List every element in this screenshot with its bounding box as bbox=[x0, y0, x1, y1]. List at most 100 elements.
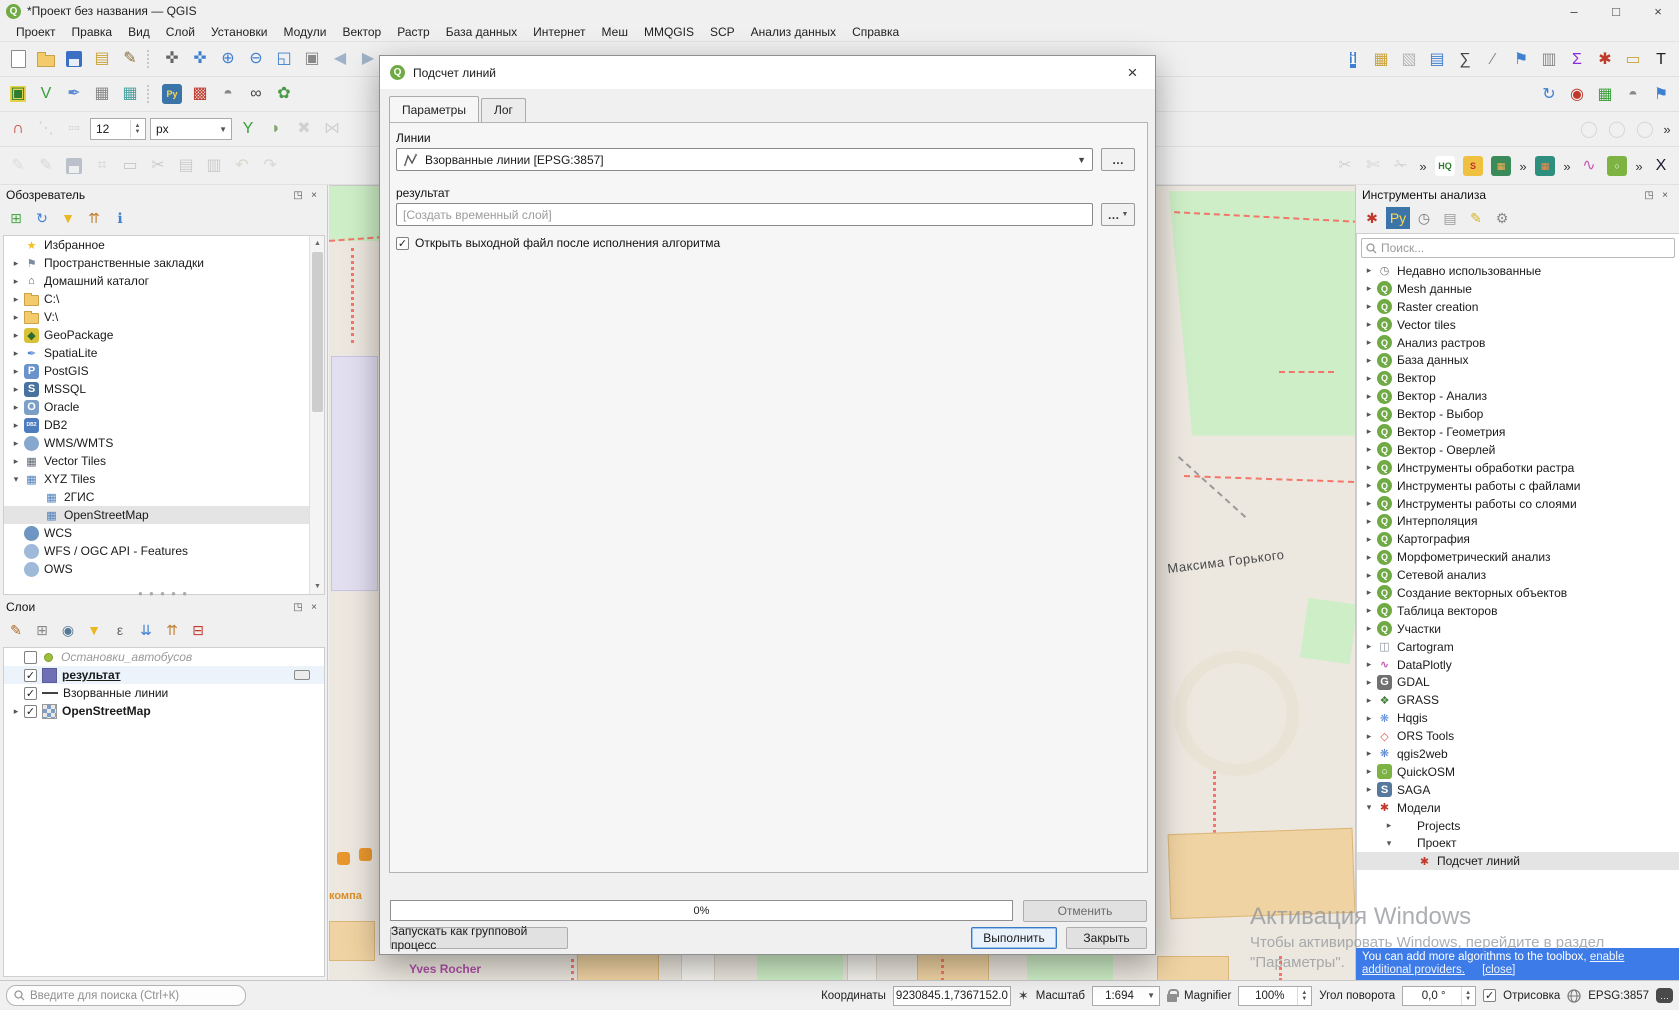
edit-features-inplace-icon[interactable]: ✎ bbox=[1464, 207, 1488, 229]
expander-icon[interactable]: ▸ bbox=[8, 706, 24, 717]
processing-toolbox-icon[interactable]: ✱ bbox=[1591, 46, 1619, 74]
layer-row[interactable]: ▸ OpenStreetMap bbox=[4, 702, 324, 720]
flag-plugin-icon[interactable]: ⚑ bbox=[1647, 81, 1675, 109]
expander-icon[interactable]: ▾ bbox=[1381, 838, 1397, 849]
toolbox-item[interactable]: ▸ Картография bbox=[1357, 530, 1679, 548]
expander-icon[interactable]: ▸ bbox=[8, 366, 24, 377]
expander-icon[interactable]: ▾ bbox=[1361, 802, 1377, 813]
geometry-checker-icon[interactable]: ◗ bbox=[262, 115, 290, 143]
crs-status-button[interactable]: EPSG:3857 bbox=[1588, 990, 1649, 1002]
toolbox-item[interactable]: ▸ Projects bbox=[1357, 817, 1679, 835]
spin-arrows-icon[interactable]: ▲▼ bbox=[1297, 987, 1310, 1005]
expander-icon[interactable]: ▸ bbox=[1361, 641, 1377, 652]
rotation-spinbox[interactable]: 0,0 °▲▼ bbox=[1402, 986, 1476, 1006]
scale-2-icon[interactable]: ◯ bbox=[1631, 116, 1659, 144]
menu-item[interactable]: База данных bbox=[438, 23, 525, 41]
layer-row[interactable]: Остановки_автобусов bbox=[4, 648, 324, 666]
advanced-digitizing-icon[interactable]: ▫▫ bbox=[60, 115, 88, 143]
toolbox-item[interactable]: ▸ Вектор - Оверлей bbox=[1357, 441, 1679, 459]
browser-item[interactable]: ▸ C:\ bbox=[4, 290, 324, 308]
layer-row[interactable]: Взорванные линии bbox=[4, 684, 324, 702]
statistics-icon[interactable]: Σ bbox=[1563, 46, 1591, 74]
open-output-checkbox[interactable] bbox=[396, 237, 409, 250]
layer-styling-icon[interactable]: ✎ bbox=[4, 619, 28, 641]
python-console-icon[interactable]: Py bbox=[158, 80, 186, 108]
identify-features-icon[interactable]: ℹ bbox=[1339, 46, 1367, 74]
scale-1-icon[interactable]: ◯ bbox=[1603, 116, 1631, 144]
close-notification-link[interactable]: [close] bbox=[1482, 964, 1515, 976]
zoom-native-icon[interactable]: ▣ bbox=[298, 45, 326, 73]
browser-item[interactable]: ▸ ▦ Vector Tiles bbox=[4, 452, 324, 470]
vertex-tool-icon[interactable]: ✖ bbox=[290, 115, 318, 143]
expander-icon[interactable]: ▸ bbox=[8, 438, 24, 449]
new-shapefile-layer-icon[interactable]: V bbox=[32, 80, 60, 108]
expander-icon[interactable]: ▸ bbox=[8, 276, 24, 287]
select-features-icon[interactable]: ▦ bbox=[1367, 46, 1395, 74]
toolbox-item[interactable]: ▸ База данных bbox=[1357, 351, 1679, 369]
menu-item[interactable]: Вектор bbox=[334, 23, 389, 41]
zoom-full-icon[interactable]: ◱ bbox=[270, 45, 298, 73]
expander-icon[interactable]: ▸ bbox=[1361, 587, 1377, 598]
toolbox-item[interactable]: ▸ ◷ Недавно использованные bbox=[1357, 262, 1679, 280]
memory-layer-indicator-icon[interactable] bbox=[294, 670, 310, 680]
expander-icon[interactable]: ▸ bbox=[8, 384, 24, 395]
browser-item[interactable]: ▸ S MSSQL bbox=[4, 380, 324, 398]
menu-item[interactable]: Справка bbox=[844, 23, 907, 41]
expander-icon[interactable]: ▸ bbox=[1361, 319, 1377, 330]
toolbox-item[interactable]: ▸ Vector tiles bbox=[1357, 316, 1679, 334]
toolbox-item[interactable]: ▸ ○ QuickOSM bbox=[1357, 763, 1679, 781]
result-output-input[interactable]: [Создать временный слой] bbox=[396, 203, 1093, 226]
toolbox-item[interactable]: ▸ Вектор - Геометрия bbox=[1357, 423, 1679, 441]
toolbox-item[interactable]: ▸ S SAGA bbox=[1357, 781, 1679, 799]
cancel-button[interactable]: Отменить bbox=[1023, 900, 1147, 922]
results-viewer-icon[interactable]: ▤ bbox=[1438, 207, 1462, 229]
open-project-icon[interactable] bbox=[32, 45, 60, 73]
dataplotly-plugin-icon[interactable]: ∿ bbox=[1575, 152, 1603, 180]
lines-browse-button[interactable]: … bbox=[1101, 148, 1135, 171]
filter-expression-icon[interactable]: ε bbox=[108, 619, 132, 641]
expander-icon[interactable]: ▸ bbox=[8, 330, 24, 341]
expand-all-icon[interactable]: ⇊ bbox=[134, 619, 158, 641]
menu-item[interactable]: Модули bbox=[275, 23, 334, 41]
scale-lock-icon[interactable]: ◯ bbox=[1575, 116, 1603, 144]
expander-icon[interactable]: ▸ bbox=[1361, 534, 1377, 545]
snap-unit-combobox[interactable]: px ▼ bbox=[150, 118, 232, 140]
toolbox-item[interactable]: ▸ Инструменты работы со слоями bbox=[1357, 495, 1679, 513]
raster-grid-plugin-icon[interactable]: ▦ bbox=[1531, 152, 1559, 180]
history-icon[interactable]: ◷ bbox=[1412, 207, 1436, 229]
toolbox-item[interactable]: ▸ Вектор bbox=[1357, 369, 1679, 387]
expander-icon[interactable]: ▸ bbox=[1361, 426, 1377, 437]
saga-x-plugin-icon[interactable]: X bbox=[1647, 152, 1675, 180]
globe-plugin-icon[interactable]: ◓ bbox=[1619, 81, 1647, 109]
toolbox-item[interactable]: ▸ Инструменты работы с файлами bbox=[1357, 477, 1679, 495]
layer-row[interactable]: результат bbox=[4, 666, 324, 684]
layout-manager-icon[interactable]: ▥ bbox=[1535, 46, 1563, 74]
run-button[interactable]: Выполнить bbox=[971, 927, 1057, 949]
new-project-icon[interactable] bbox=[4, 45, 32, 73]
new-temporary-layer-icon[interactable]: ▦ bbox=[88, 80, 116, 108]
browser-item[interactable]: ★ Избранное bbox=[4, 236, 324, 254]
expander-icon[interactable]: ▸ bbox=[8, 348, 24, 359]
expander-icon[interactable]: ▸ bbox=[1361, 498, 1377, 509]
float-panel-icon[interactable]: ◳ bbox=[1641, 188, 1657, 202]
toolbox-item[interactable]: ▸ Сетевой анализ bbox=[1357, 566, 1679, 584]
pan-map-icon[interactable]: ✜ bbox=[186, 45, 214, 73]
leaf-plugin-icon[interactable]: ✿ bbox=[270, 80, 298, 108]
layer-checkbox[interactable] bbox=[24, 687, 37, 700]
menu-item[interactable]: SCP bbox=[702, 23, 743, 41]
layer-checkbox[interactable] bbox=[24, 651, 37, 664]
zoom-last-icon[interactable]: ◀ bbox=[326, 45, 354, 73]
remove-layer-icon[interactable]: ⊟ bbox=[186, 619, 210, 641]
zoom-next-icon[interactable]: ▶ bbox=[354, 45, 382, 73]
text-annotation-icon[interactable]: T bbox=[1647, 46, 1675, 74]
dialog-close-icon[interactable]: × bbox=[1110, 56, 1155, 89]
properties-info-icon[interactable]: ℹ bbox=[108, 207, 132, 229]
coordinates-input[interactable]: 9230845.1,7367152.0 bbox=[893, 986, 1011, 1006]
current-edits-icon[interactable]: ✎ bbox=[4, 152, 32, 180]
toolbox-item[interactable]: ▸ G GDAL bbox=[1357, 673, 1679, 691]
menu-item[interactable]: Интернет bbox=[525, 23, 593, 41]
toolbox-item[interactable]: ▸ Морфометрический анализ bbox=[1357, 548, 1679, 566]
browser-item[interactable]: ▾ ▦ XYZ Tiles bbox=[4, 470, 324, 488]
menu-item[interactable]: Растр bbox=[389, 23, 437, 41]
add-layer-icon[interactable]: ⊞ bbox=[4, 207, 28, 229]
